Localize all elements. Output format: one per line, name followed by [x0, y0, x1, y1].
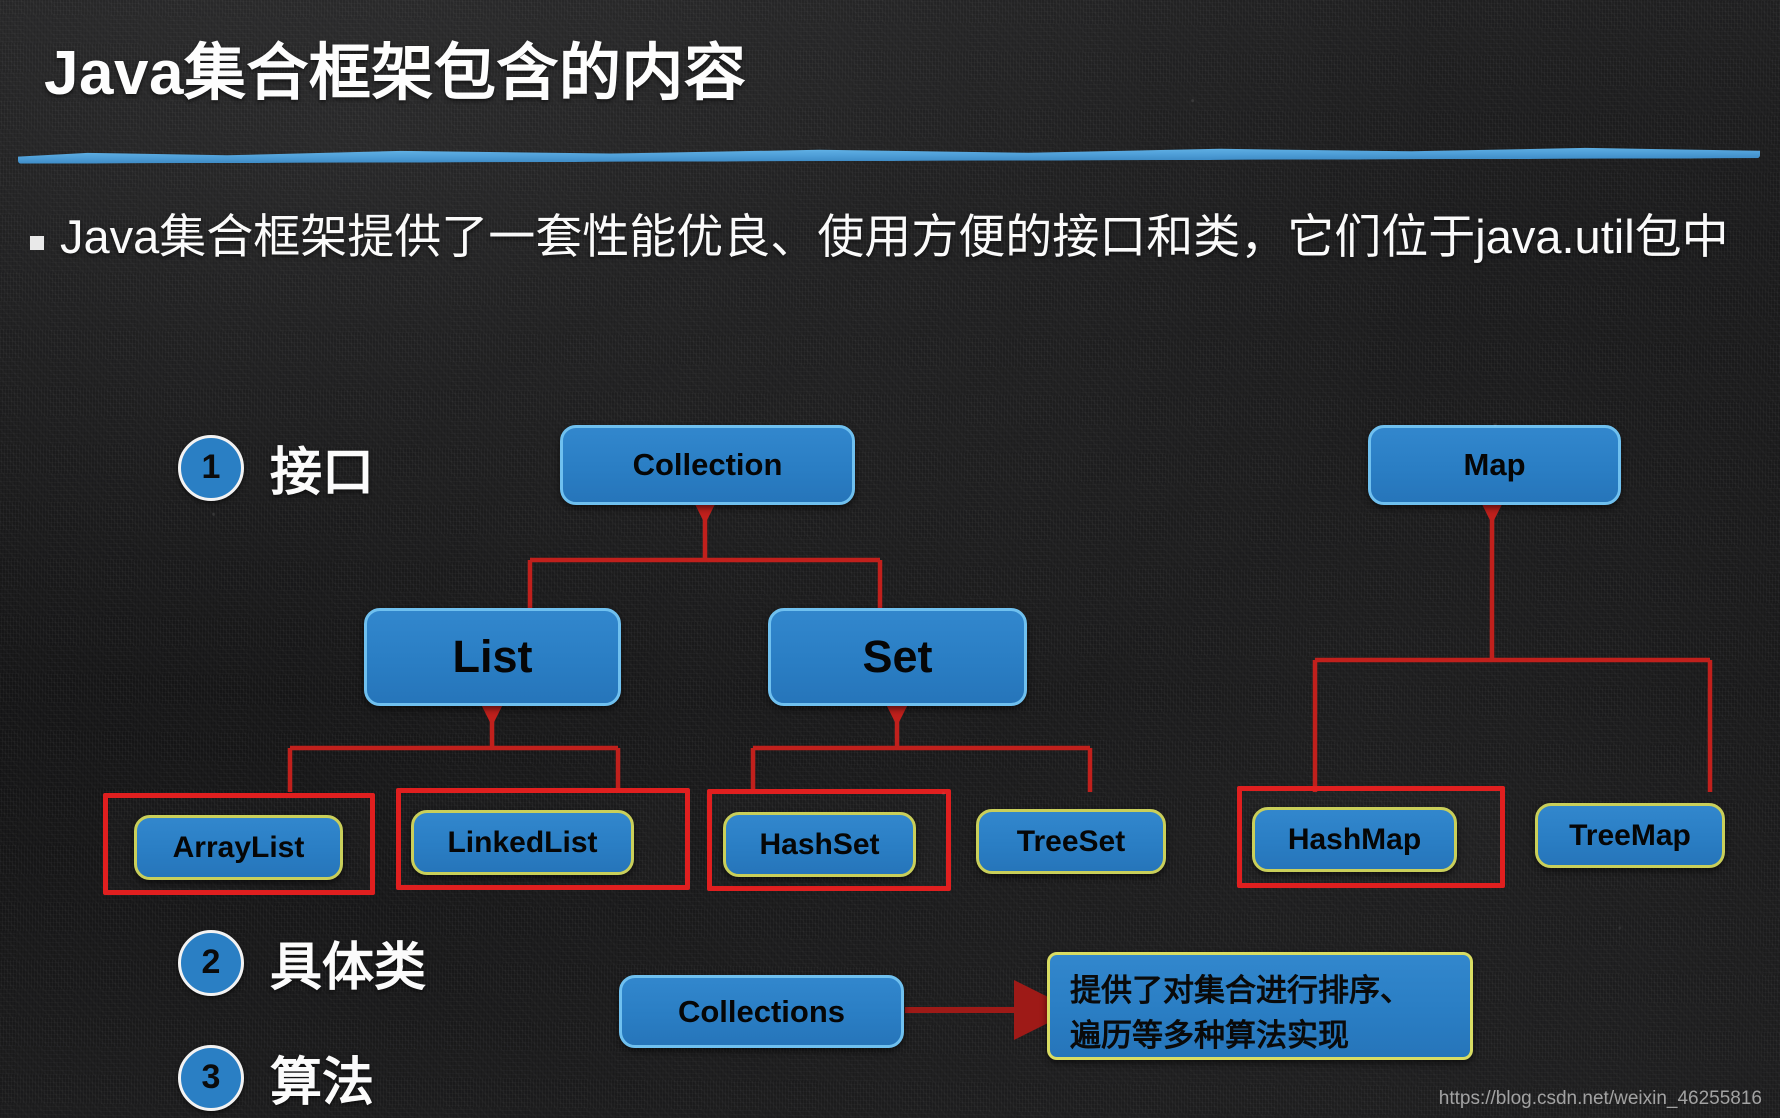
- legend-label-2: 具体类: [270, 939, 427, 997]
- node-hashset-label: HashSet: [759, 827, 880, 861]
- node-treeset[interactable]: TreeSet: [976, 809, 1166, 874]
- legend-item-interfaces[interactable]: 1 接口: [178, 430, 374, 505]
- node-arraylist[interactable]: ArrayList: [134, 815, 343, 880]
- node-collection[interactable]: Collection: [560, 425, 855, 505]
- node-hashset[interactable]: HashSet: [723, 812, 916, 877]
- legend-number-2: 2: [178, 929, 244, 996]
- slide-canvas: Java集合框架包含的内容 Java集合框架提供了一套性能优良、使用方便的接口和…: [0, 0, 1780, 1118]
- node-map-label: Map: [1463, 447, 1526, 482]
- node-collection-label: Collection: [632, 447, 783, 482]
- node-treeset-label: TreeSet: [1016, 824, 1126, 858]
- legend-label-1: 接口: [270, 444, 375, 502]
- note-collections-description: 提供了对集合进行排序、 遍历等多种算法实现: [1047, 952, 1473, 1060]
- node-set-label: Set: [862, 631, 933, 682]
- node-collections-label: Collections: [677, 993, 846, 1029]
- legend-number-3: 3: [178, 1044, 244, 1111]
- node-linkedlist[interactable]: LinkedList: [411, 810, 634, 875]
- node-list[interactable]: List: [364, 608, 621, 706]
- node-hashmap[interactable]: HashMap: [1252, 807, 1457, 872]
- legend-item-concrete-classes[interactable]: 2 具体类: [178, 925, 426, 1000]
- node-set[interactable]: Set: [768, 608, 1027, 706]
- note-line-1: 提供了对集合进行排序、: [1070, 973, 1411, 1008]
- node-hashmap-label: HashMap: [1287, 822, 1422, 856]
- watermark: https://blog.csdn.net/weixin_46255816: [1438, 1088, 1762, 1109]
- node-arraylist-label: ArrayList: [172, 830, 305, 864]
- node-map[interactable]: Map: [1368, 425, 1621, 505]
- legend-label-3: 算法: [270, 1054, 375, 1112]
- node-collections[interactable]: Collections: [619, 975, 904, 1048]
- legend-item-algorithms[interactable]: 3 算法: [178, 1040, 374, 1115]
- node-list-label: List: [452, 631, 533, 682]
- node-treemap-label: TreeMap: [1569, 818, 1691, 852]
- node-treemap[interactable]: TreeMap: [1535, 803, 1725, 868]
- note-line-2: 遍历等多种算法实现: [1070, 1017, 1349, 1053]
- node-linkedlist-label: LinkedList: [447, 825, 598, 859]
- legend-number-1: 1: [178, 434, 244, 501]
